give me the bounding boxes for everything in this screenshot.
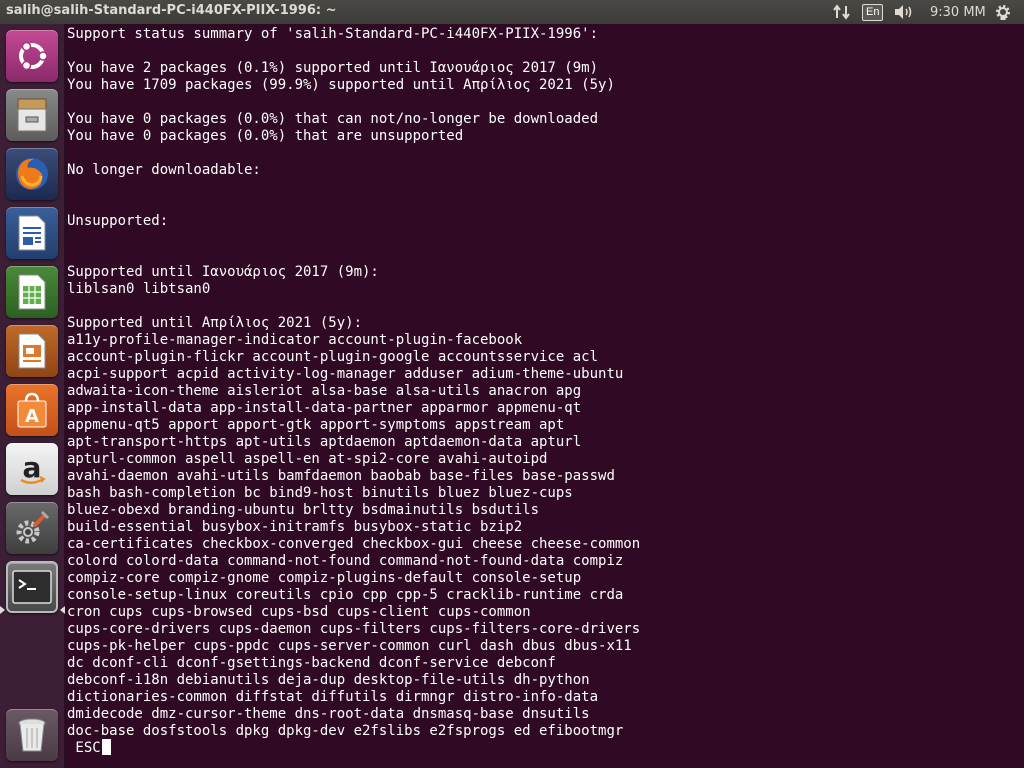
- terminal-window[interactable]: Support status summary of 'salih-Standar…: [65, 24, 1024, 768]
- terminal-line: doc-base dosfstools dpkg dpkg-dev e2fsli…: [67, 723, 624, 739]
- launcher: A a: [0, 24, 65, 768]
- svg-text:A: A: [25, 406, 39, 427]
- terminal-line: cron cups cups-browsed cups-bsd cups-cli…: [67, 604, 531, 620]
- terminal-line: appmenu-qt5 apport apport-gtk apport-sym…: [67, 417, 565, 433]
- terminal-line: You have 0 packages (0.0%) that can not/…: [67, 111, 599, 127]
- clock[interactable]: 9:30 MM: [930, 0, 986, 24]
- terminal-line: No longer downloadable:: [67, 162, 261, 178]
- firefox-icon: [12, 154, 52, 194]
- terminal-prompt[interactable]: ESC: [67, 739, 111, 757]
- terminal-output: Support status summary of 'salih-Standar…: [65, 24, 1024, 740]
- terminal-line: dictionaries-common diffstat diffutils d…: [67, 689, 599, 705]
- svg-text:a: a: [23, 451, 42, 484]
- terminal-line: debconf-i18n debianutils deja-dup deskto…: [67, 672, 590, 688]
- volume-icon[interactable]: [893, 0, 915, 24]
- writer-document-icon: [14, 213, 50, 253]
- launcher-item-trash[interactable]: [6, 709, 58, 761]
- launcher-item-terminal[interactable]: [6, 561, 58, 613]
- terminal-line: bash bash-completion bc bind9-host binut…: [67, 485, 573, 501]
- file-cabinet-icon: [12, 95, 52, 135]
- terminal-line: acpi-support acpid activity-log-manager …: [67, 366, 624, 382]
- terminal-line: dc dconf-cli dconf-gsettings-backend dco…: [67, 655, 556, 671]
- launcher-item-system-settings[interactable]: [6, 502, 58, 554]
- terminal-line: Unsupported:: [67, 213, 169, 229]
- launcher-item-amazon[interactable]: a: [6, 443, 58, 495]
- terminal-line: You have 2 packages (0.1%) supported unt…: [67, 60, 599, 76]
- keyboard-layout-indicator[interactable]: En: [862, 0, 884, 24]
- terminal-line: apt-transport-https apt-utils aptdaemon …: [67, 434, 582, 450]
- network-arrows-icon[interactable]: [833, 0, 851, 24]
- top-panel: salih@salih-Standard-PC-i440FX-PIIX-1996…: [0, 0, 1024, 24]
- terminal-line: compiz-core compiz-gnome compiz-plugins-…: [67, 570, 582, 586]
- amazon-icon: a: [12, 449, 52, 489]
- terminal-line: build-essential busybox-initramfs busybo…: [67, 519, 523, 535]
- launcher-item-ubuntu-dash[interactable]: [6, 30, 58, 82]
- terminal-line: You have 0 packages (0.0%) that are unsu…: [67, 128, 464, 144]
- terminal-line: ca-certificates checkbox-converged check…: [67, 536, 641, 552]
- terminal-line: Supported until Απρίλιος 2021 (5y):: [67, 315, 363, 331]
- window-title: salih@salih-Standard-PC-i440FX-PIIX-1996…: [6, 3, 337, 18]
- launcher-item-files[interactable]: [6, 89, 58, 141]
- launcher-item-ubuntu-software[interactable]: A: [6, 384, 58, 436]
- trash-can-icon: [14, 715, 50, 755]
- text-cursor: [101, 739, 111, 755]
- terminal-line: avahi-daemon avahi-utils bamfdaemon baob…: [67, 468, 615, 484]
- terminal-line: app-install-data app-install-data-partne…: [67, 400, 582, 416]
- terminal-line: console-setup-linux coreutils cpio cpp c…: [67, 587, 624, 603]
- calc-spreadsheet-icon: [14, 272, 50, 312]
- impress-presentation-icon: [14, 331, 50, 371]
- terminal-line: liblsan0 libtsan0: [67, 281, 211, 297]
- terminal-line: cups-pk-helper cups-ppdc cups-server-com…: [67, 638, 632, 654]
- terminal-line: dmidecode dmz-cursor-theme dns-root-data…: [67, 706, 590, 722]
- prompt-text: ESC: [67, 740, 101, 756]
- launcher-item-libreoffice-writer[interactable]: [6, 207, 58, 259]
- terminal-line: bluez-obexd branding-ubuntu brltty bsdma…: [67, 502, 540, 518]
- terminal-line: colord colord-data command-not-found com…: [67, 553, 624, 569]
- keyboard-layout-label: En: [862, 3, 884, 21]
- terminal-line: a11y-profile-manager-indicator account-p…: [67, 332, 523, 348]
- settings-gear-icon[interactable]: [994, 0, 1012, 24]
- launcher-item-firefox[interactable]: [6, 148, 58, 200]
- terminal-line: Support status summary of 'salih-Standar…: [67, 26, 599, 42]
- software-center-bag-icon: A: [13, 390, 51, 430]
- terminal-icon: [12, 570, 52, 604]
- terminal-line: adwaita-icon-theme aisleriot alsa-base a…: [67, 383, 582, 399]
- active-app-indicator: [0, 606, 5, 614]
- terminal-line: apturl-common aspell aspell-en at-spi2-c…: [67, 451, 548, 467]
- terminal-line: You have 1709 packages (99.9%) supported…: [67, 77, 615, 93]
- settings-tools-icon: [12, 508, 52, 548]
- terminal-line: Supported until Ιανουάριος 2017 (9m):: [67, 264, 379, 280]
- launcher-item-libreoffice-calc[interactable]: [6, 266, 58, 318]
- ubuntu-logo-icon: [14, 38, 50, 74]
- launcher-item-libreoffice-impress[interactable]: [6, 325, 58, 377]
- terminal-line: account-plugin-flickr account-plugin-goo…: [67, 349, 599, 365]
- terminal-line: cups-core-drivers cups-daemon cups-filte…: [67, 621, 641, 637]
